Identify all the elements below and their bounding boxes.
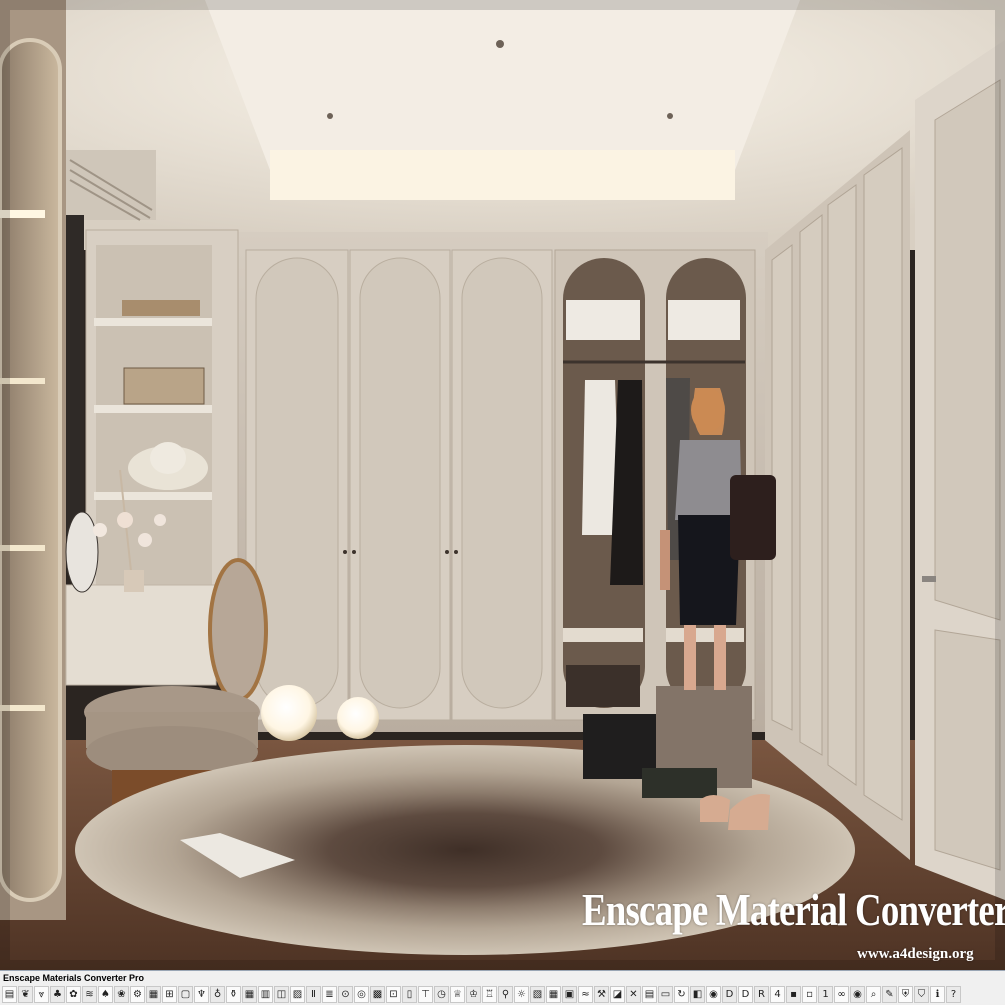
folder-icon[interactable]: ▭ [658, 986, 673, 1003]
binoculars-icon[interactable]: ∞ [834, 986, 849, 1003]
heels [700, 795, 730, 822]
downlight [667, 113, 673, 119]
search-icon[interactable]: ⌕ [866, 986, 881, 1003]
brush-icon[interactable]: ✎ [882, 986, 897, 1003]
color-d-icon[interactable]: D [738, 986, 753, 1003]
vanity-shelf-unit [85, 229, 239, 601]
stone-icon[interactable]: ◫ [274, 986, 289, 1003]
glass-icon[interactable]: ▢ [178, 986, 193, 1003]
folded-towels [122, 300, 200, 316]
shield-icon[interactable]: ⛨ [898, 986, 913, 1003]
panel-icon[interactable]: ▣ [562, 986, 577, 1003]
cross-icon[interactable]: ✕ [626, 986, 641, 1003]
door-handle [922, 576, 936, 582]
map-icon[interactable]: ⊡ [386, 986, 401, 1003]
storage-box [566, 300, 640, 340]
globe-icon[interactable]: ◎ [354, 986, 369, 1003]
window-icon[interactable]: ⊞ [162, 986, 177, 1003]
globe-lamp [337, 697, 379, 739]
right-wardrobe-doors [771, 147, 903, 821]
ceiling-tray [205, 0, 800, 170]
bush-icon[interactable]: ✿ [66, 986, 81, 1003]
downlight [327, 113, 333, 119]
metal-icon[interactable]: ▧ [530, 986, 545, 1003]
grid-icon[interactable]: ▦ [242, 986, 257, 1003]
info-icon[interactable]: ℹ [930, 986, 945, 1003]
tree-icon[interactable]: ♠ [98, 986, 113, 1003]
r80-icon[interactable]: R [754, 986, 769, 1003]
cup-icon[interactable]: ♖ [482, 986, 497, 1003]
fabric-icon[interactable]: ≣ [322, 986, 337, 1003]
layers-icon[interactable]: ◧ [690, 986, 705, 1003]
d-icon[interactable]: D [722, 986, 737, 1003]
car-icon[interactable]: ⊙ [338, 986, 353, 1003]
texture-icon[interactable]: ▩ [370, 986, 385, 1003]
shirt-icon[interactable]: ⊤ [418, 986, 433, 1003]
wood-icon[interactable]: ▨ [290, 986, 305, 1003]
watermark-title: Enscape Material Converter Pro [582, 885, 1005, 935]
eye-icon[interactable]: ◉ [850, 986, 865, 1003]
globe-lamp [261, 685, 317, 741]
tile-icon[interactable]: ▦ [146, 986, 161, 1003]
gift-box [642, 768, 717, 798]
grass-icon[interactable]: ⩔ [34, 986, 49, 1003]
wave-icon[interactable]: ≋ [82, 986, 97, 1003]
flower-icon[interactable]: ❀ [114, 986, 129, 1003]
water-icon[interactable]: ≈ [578, 986, 593, 1003]
door-icon[interactable]: ▯ [402, 986, 417, 1003]
gear-icon[interactable]: ⚙ [130, 986, 145, 1003]
gold-shield-icon[interactable]: ⛉ [914, 986, 929, 1003]
lamp-icon[interactable]: ♁ [210, 986, 225, 1003]
light-icon[interactable]: ☼ [514, 986, 529, 1003]
brick-icon[interactable]: ▤ [2, 986, 17, 1003]
downlight [496, 40, 504, 48]
window-blind [66, 215, 84, 535]
mesh-icon[interactable]: ▦ [546, 986, 561, 1003]
vanity-mirror [65, 511, 99, 593]
toolbar-title: Enscape Materials Converter Pro [3, 973, 145, 983]
cove-light [270, 150, 735, 200]
brick-wall-icon[interactable]: ▥ [258, 986, 273, 1003]
tool-button-strip: ▤ ❦ ⩔ ♣ ✿ ≋ ♠ ❀ ⚙ ▦ ⊞ ▢ ♆ ♁ ⚱ ▦ ▥ ◫ ▨ Ⅱ ≣ ⊙ ◎ ▩ ⊡ ▯ ⊤ ◷ ♕ ♔ ♖ ⚲ ☼ ▧ ▦ ▣ ≈ ⚒ ◪ ✕… [2, 986, 1003, 1003]
trophy-icon[interactable]: ♕ [450, 986, 465, 1003]
clock-icon[interactable]: ◷ [434, 986, 449, 1003]
coin-icon[interactable]: ◉ [706, 986, 721, 1003]
handbag [730, 475, 776, 560]
bottle-icon[interactable]: ⚱ [226, 986, 241, 1003]
45-icon[interactable]: 4 [770, 986, 785, 1003]
column-icon[interactable]: Ⅱ [306, 986, 321, 1003]
tool-icon[interactable]: ⚒ [594, 986, 609, 1003]
render-viewport: Enscape Material Converter Pro www.a4des… [0, 0, 1005, 970]
vanity-desk [65, 584, 217, 686]
hat-box [123, 367, 205, 405]
wine-glass-icon[interactable]: ♆ [194, 986, 209, 1003]
storage-box [668, 300, 740, 340]
plant-icon[interactable]: ♣ [50, 986, 65, 1003]
save-icon[interactable]: ▪ [786, 986, 801, 1003]
one-to-one-icon[interactable]: 1 [818, 986, 833, 1003]
trophy-gold-icon[interactable]: ♔ [466, 986, 481, 1003]
wardrobe-doors [245, 249, 553, 721]
refresh-icon[interactable]: ↻ [674, 986, 689, 1003]
image-icon[interactable]: ▤ [642, 986, 657, 1003]
watermark-url: www.a4design.org [857, 946, 974, 962]
save-as-icon[interactable]: ▫ [802, 986, 817, 1003]
help-icon[interactable]: ? [946, 986, 961, 1003]
leaf-icon[interactable]: ❦ [18, 986, 33, 1003]
dressing-room-render [0, 0, 1005, 970]
plugin-toolbar: Enscape Materials Converter Pro ▤ ❦ ⩔ ♣ ✿ ≋ ♠ ❀… [0, 970, 1005, 1005]
vase-icon[interactable]: ⚲ [498, 986, 513, 1003]
marble-icon[interactable]: ◪ [610, 986, 625, 1003]
